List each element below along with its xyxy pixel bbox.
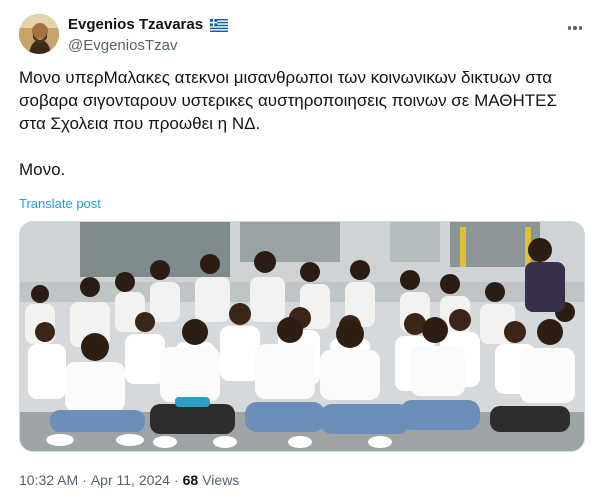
more-options-button[interactable]	[563, 16, 587, 40]
avatar-icon	[19, 14, 59, 54]
photo-students-sitting	[20, 222, 584, 451]
tweet-date[interactable]: Apr 11, 2024	[91, 472, 170, 488]
tweet-photo[interactable]	[19, 221, 585, 452]
tweet-time[interactable]: 10:32 AM	[19, 472, 78, 488]
more-dot-icon	[567, 26, 572, 30]
views-label: Views	[202, 472, 240, 488]
greek-flag-icon	[210, 18, 229, 32]
author-handle[interactable]: @EvgeniosTzav	[68, 36, 177, 56]
meta-separator: ·	[173, 472, 179, 488]
more-dot-icon	[578, 26, 583, 30]
views-count: 68	[182, 472, 199, 488]
meta-separator: ·	[82, 472, 87, 488]
translate-post-link[interactable]: Translate post	[19, 196, 101, 211]
name-row: Evgenios Tzavaras	[68, 15, 229, 35]
tweet-meta: 10:32 AM · Apr 11, 2024 · 68 Views	[19, 472, 239, 488]
tweet-text: Μονο υπερΜαλακες ατεκνοι μισανθρωποι των…	[19, 68, 557, 179]
more-dot-icon	[573, 26, 577, 30]
tweet-card: Evgenios Tzavaras @EvgeniosTzav Μονο υπε…	[0, 0, 600, 500]
author-avatar[interactable]	[19, 14, 59, 54]
author-display-name[interactable]: Evgenios Tzavaras	[68, 15, 203, 35]
